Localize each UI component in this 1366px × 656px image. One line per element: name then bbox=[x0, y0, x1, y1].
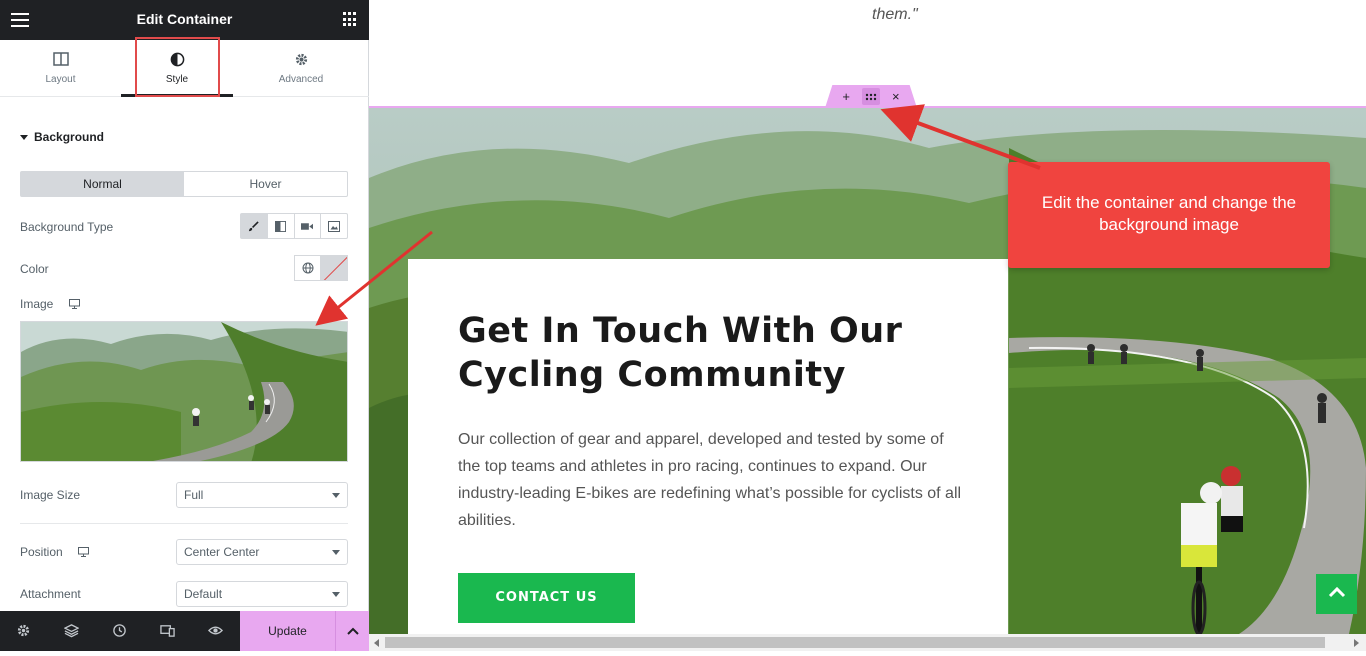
update-options-button[interactable] bbox=[335, 611, 369, 651]
responsive-icon[interactable] bbox=[160, 623, 176, 639]
card-heading: Get In Touch With Our Cycling Community bbox=[458, 311, 903, 395]
editor-panel: Edit Container Layout Style Advanced Bac… bbox=[0, 0, 369, 651]
panel-footer: Update bbox=[0, 611, 369, 651]
horizontal-scrollbar[interactable] bbox=[369, 634, 1366, 651]
tab-layout[interactable]: Layout bbox=[0, 40, 121, 97]
brush-icon[interactable] bbox=[241, 214, 268, 238]
preview-canvas: them." + × Get In Touch With Our Cycling… bbox=[369, 0, 1366, 651]
add-container-icon[interactable]: + bbox=[842, 90, 850, 103]
layout-columns-icon bbox=[0, 52, 121, 70]
gear-icon bbox=[233, 52, 369, 70]
preview-eye-icon[interactable] bbox=[208, 623, 224, 639]
color-controls bbox=[294, 255, 348, 281]
chevron-up-icon bbox=[1327, 585, 1347, 604]
annotation-callout: Edit the container and change the backgr… bbox=[1008, 162, 1330, 268]
slideshow-icon[interactable] bbox=[321, 214, 347, 238]
scrollbar-thumb[interactable] bbox=[385, 637, 1325, 648]
drag-handle-icon[interactable] bbox=[862, 88, 880, 105]
contact-card: Get In Touch With Our Cycling Community … bbox=[408, 259, 1008, 639]
divider bbox=[20, 523, 348, 524]
background-image-preview[interactable] bbox=[20, 321, 348, 462]
video-icon[interactable] bbox=[295, 214, 322, 238]
tab-advanced-label: Advanced bbox=[278, 74, 324, 85]
panel-title: Edit Container bbox=[136, 11, 233, 27]
image-label: Image bbox=[20, 297, 54, 311]
history-icon[interactable] bbox=[112, 623, 128, 639]
state-hover-button[interactable]: Hover bbox=[184, 172, 347, 196]
section-title: Background bbox=[34, 130, 105, 144]
settings-icon[interactable] bbox=[16, 623, 32, 639]
image-size-select[interactable]: Full bbox=[176, 482, 348, 508]
scroll-right-arrow-icon[interactable] bbox=[1354, 639, 1359, 647]
position-select[interactable]: Center Center bbox=[176, 539, 348, 565]
update-button[interactable]: Update bbox=[240, 611, 335, 651]
close-icon[interactable]: × bbox=[892, 90, 900, 103]
section-background-toggle[interactable]: Background bbox=[20, 130, 104, 144]
attachment-select[interactable]: Default bbox=[176, 581, 348, 607]
color-swatch[interactable] bbox=[321, 255, 348, 281]
background-type-group bbox=[240, 213, 348, 239]
tab-style-label: Style bbox=[165, 74, 189, 85]
state-switch: Normal Hover bbox=[20, 171, 348, 197]
card-paragraph: Our collection of gear and apparel, deve… bbox=[458, 431, 962, 529]
tab-advanced[interactable]: Advanced bbox=[233, 40, 369, 97]
container-toolbar: + × bbox=[825, 85, 917, 108]
global-colors-icon[interactable] bbox=[294, 255, 321, 281]
attachment-label: Attachment bbox=[20, 587, 81, 601]
desktop-responsive-icon[interactable] bbox=[78, 546, 90, 560]
panel-header: Edit Container bbox=[0, 0, 369, 40]
panel-tabs: Layout Style Advanced bbox=[0, 40, 369, 97]
layers-icon[interactable] bbox=[63, 623, 80, 639]
scroll-to-top-button[interactable] bbox=[1316, 574, 1357, 614]
testimonial-quote-text: them." bbox=[872, 6, 918, 23]
image-size-label: Image Size bbox=[20, 488, 81, 502]
tab-style[interactable]: Style bbox=[121, 40, 233, 97]
contact-us-button[interactable]: CONTACT US bbox=[458, 573, 635, 623]
widgets-grid-icon[interactable] bbox=[343, 12, 358, 27]
half-circle-style-icon bbox=[121, 52, 233, 70]
color-label: Color bbox=[20, 262, 49, 276]
gradient-icon[interactable] bbox=[268, 214, 295, 238]
caret-down-icon bbox=[20, 135, 28, 141]
background-type-label: Background Type bbox=[20, 220, 114, 234]
scroll-left-arrow-icon[interactable] bbox=[374, 639, 379, 647]
image-label-row: Image bbox=[20, 297, 80, 312]
state-normal-button[interactable]: Normal bbox=[21, 172, 184, 196]
position-label: Position bbox=[20, 545, 63, 559]
tab-layout-label: Layout bbox=[45, 74, 76, 85]
desktop-responsive-icon[interactable] bbox=[68, 298, 80, 312]
position-label-row: Position bbox=[20, 545, 90, 560]
